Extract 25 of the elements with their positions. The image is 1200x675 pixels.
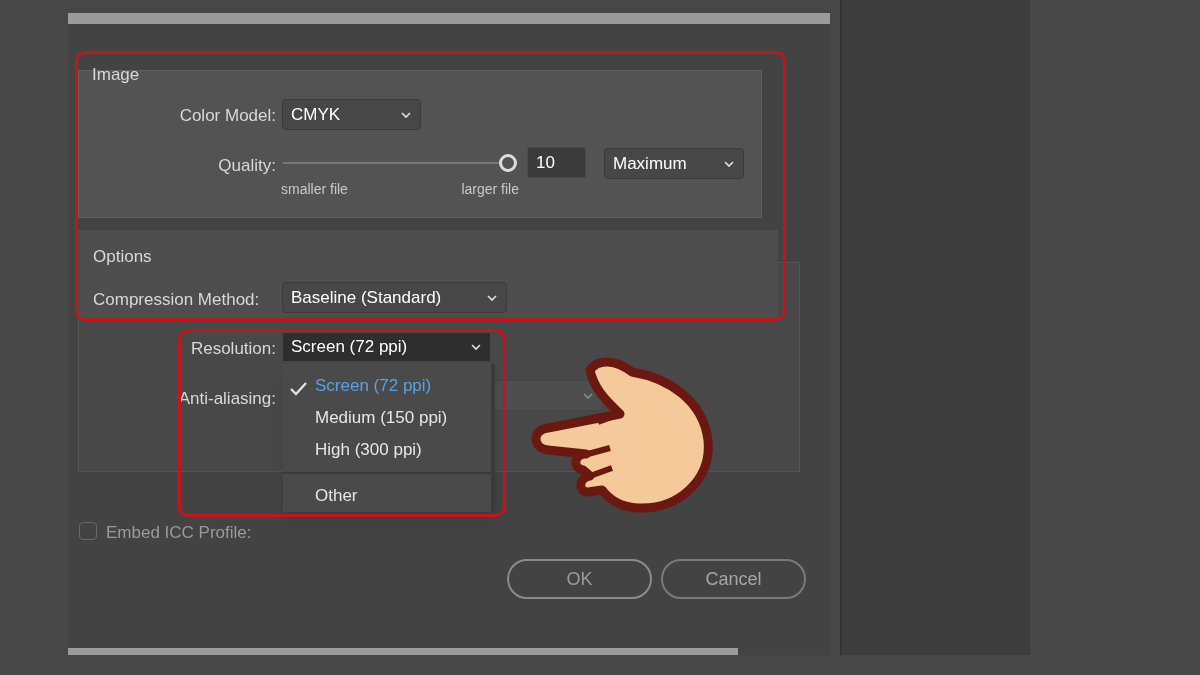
group-title: Image	[92, 64, 140, 86]
chevron-icon	[470, 341, 482, 353]
quality-slider[interactable]	[283, 154, 517, 172]
field-label: Anti-aliasing:	[178, 388, 276, 410]
checkbox[interactable]	[79, 522, 97, 540]
scrollbar[interactable]	[68, 648, 738, 655]
slider-max-label: larger file	[461, 180, 519, 199]
field-label: Compression Method:	[93, 289, 260, 311]
group-title: Options	[93, 246, 152, 268]
color-model-select[interactable]: CMYK	[282, 99, 421, 130]
slider-min-label: smaller file	[281, 180, 348, 199]
menu-item[interactable]: Other	[283, 479, 491, 512]
compression-select[interactable]: Baseline (Standard)	[282, 282, 507, 313]
field-label: Color Model:	[179, 105, 276, 127]
quality-preset-select[interactable]: Maximum	[604, 148, 744, 179]
field-label: Resolution:	[190, 338, 276, 360]
menu-item[interactable]: High (300 ppi)	[283, 434, 491, 467]
dialog-button[interactable]: Cancel	[661, 559, 806, 599]
field-label: Quality:	[218, 155, 276, 177]
check-icon	[290, 381, 307, 396]
dialog-button[interactable]: OK	[507, 559, 652, 599]
quality-input[interactable]: 10	[527, 147, 586, 178]
checkbox-label: Embed ICC Profile:	[106, 522, 252, 544]
menu-item[interactable]: Medium (150 ppi)	[283, 402, 491, 435]
resolution-select[interactable]: Screen (72 ppi)	[283, 333, 490, 361]
